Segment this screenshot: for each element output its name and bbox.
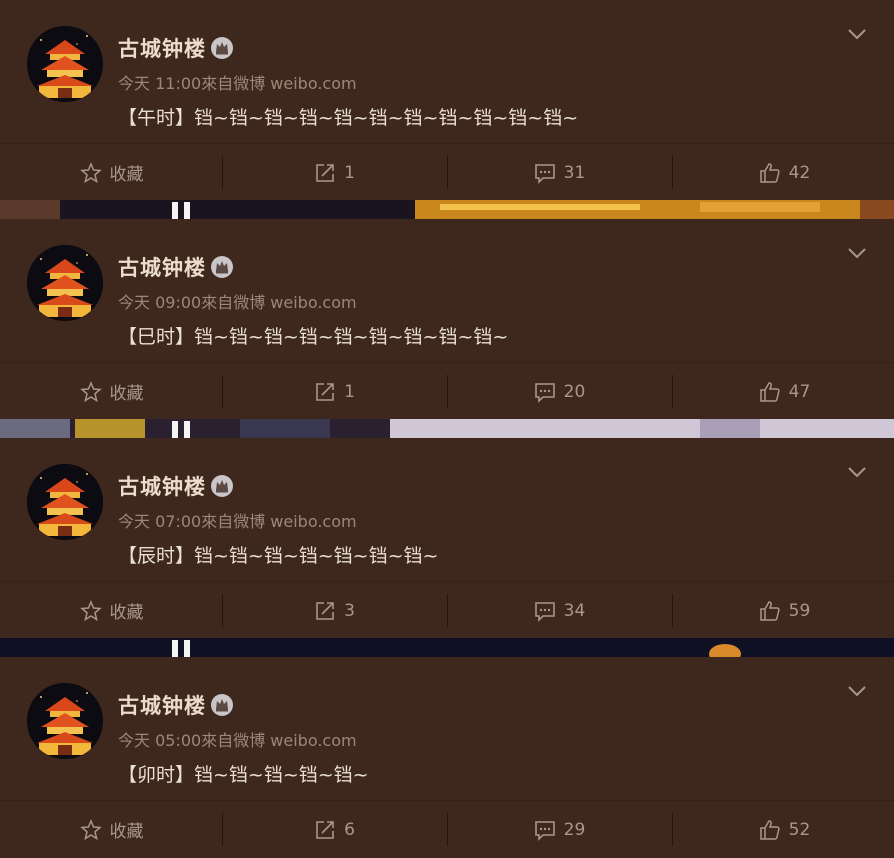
star-icon — [79, 380, 102, 402]
comment-button[interactable]: 34 — [448, 582, 671, 639]
post-time[interactable]: 今天 11:00 — [118, 74, 201, 93]
post-source[interactable]: 來自微博 weibo.com — [201, 293, 356, 312]
weibo-feed: 古城钟楼 今天 11:00來自微博 weibo.com 【午时】铛~铛~铛~铛~… — [0, 0, 894, 857]
post-actions: 收藏 1 20 47 — [0, 362, 894, 420]
bell-tower-avatar-image — [27, 26, 103, 102]
like-button[interactable]: 42 — [673, 144, 894, 201]
post-meta: 今天 05:00來自微博 weibo.com — [118, 727, 357, 751]
author-name[interactable]: 古城钟楼 — [118, 690, 206, 720]
thumbs-up-icon — [759, 600, 780, 621]
weibo-post: 古城钟楼 今天 07:00來自微博 weibo.com 【辰时】铛~铛~铛~铛~… — [0, 438, 894, 638]
post-text: 【辰时】铛~铛~铛~铛~铛~铛~铛~ — [118, 545, 439, 567]
thumbs-up-icon — [759, 819, 780, 840]
post-text: 【午时】铛~铛~铛~铛~铛~铛~铛~铛~铛~铛~铛~ — [118, 107, 579, 129]
author-name[interactable]: 古城钟楼 — [118, 33, 206, 63]
author-avatar[interactable] — [27, 245, 103, 321]
chevron-down-icon[interactable] — [846, 683, 868, 699]
star-icon — [79, 818, 102, 840]
background-image-strip — [0, 638, 894, 657]
comment-button[interactable]: 29 — [448, 801, 671, 858]
post-time[interactable]: 今天 07:00 — [118, 512, 201, 531]
author-avatar[interactable] — [27, 26, 103, 102]
star-icon — [79, 161, 102, 183]
post-actions: 收藏 1 31 42 — [0, 143, 894, 201]
repost-icon — [316, 163, 334, 182]
repost-count: 1 — [344, 162, 355, 183]
repost-button[interactable]: 3 — [223, 582, 446, 639]
bell-tower-avatar-image — [27, 683, 103, 759]
favorite-button[interactable]: 收藏 — [0, 582, 223, 639]
like-count: 47 — [788, 381, 811, 402]
post-source[interactable]: 來自微博 weibo.com — [201, 74, 356, 93]
comment-count: 20 — [563, 381, 586, 402]
like-button[interactable]: 59 — [673, 582, 894, 639]
favorite-label: 收藏 — [109, 603, 144, 623]
weibo-post: 古城钟楼 今天 09:00來自微博 weibo.com 【巳时】铛~铛~铛~铛~… — [0, 219, 894, 419]
chevron-down-icon[interactable] — [846, 245, 868, 261]
repost-icon — [316, 820, 334, 839]
repost-count: 6 — [344, 819, 355, 840]
like-count: 59 — [788, 600, 811, 621]
verified-crown-icon — [211, 694, 233, 716]
verified-crown-icon — [211, 37, 233, 59]
background-image-strip — [0, 419, 894, 438]
post-source[interactable]: 來自微博 weibo.com — [201, 731, 356, 750]
comment-count: 34 — [563, 600, 586, 621]
chevron-down-icon[interactable] — [846, 26, 868, 42]
author-name[interactable]: 古城钟楼 — [118, 252, 206, 282]
background-image-strip — [0, 200, 894, 219]
bell-tower-avatar-image — [27, 245, 103, 321]
author-avatar[interactable] — [27, 464, 103, 540]
post-meta: 今天 11:00來自微博 weibo.com — [118, 70, 357, 94]
verified-crown-icon — [211, 256, 233, 278]
bell-tower-avatar-image — [27, 464, 103, 540]
weibo-post: 古城钟楼 今天 11:00來自微博 weibo.com 【午时】铛~铛~铛~铛~… — [0, 0, 894, 200]
like-button[interactable]: 52 — [673, 801, 894, 858]
favorite-label: 收藏 — [109, 384, 144, 404]
post-time[interactable]: 今天 09:00 — [118, 293, 201, 312]
star-icon — [79, 599, 102, 621]
repost-icon — [316, 601, 334, 620]
favorite-label: 收藏 — [109, 165, 144, 185]
post-text: 【巳时】铛~铛~铛~铛~铛~铛~铛~铛~铛~ — [118, 326, 509, 348]
repost-count: 3 — [344, 600, 355, 621]
verified-crown-icon — [211, 475, 233, 497]
favorite-button[interactable]: 收藏 — [0, 801, 223, 858]
comment-icon — [534, 601, 555, 622]
favorite-button[interactable]: 收藏 — [0, 363, 223, 420]
author-avatar[interactable] — [27, 683, 103, 759]
post-time[interactable]: 今天 05:00 — [118, 731, 201, 750]
repost-button[interactable]: 6 — [223, 801, 446, 858]
favorite-button[interactable]: 收藏 — [0, 144, 223, 201]
comment-button[interactable]: 20 — [448, 363, 671, 420]
comment-button[interactable]: 31 — [448, 144, 671, 201]
post-actions: 收藏 3 34 59 — [0, 581, 894, 639]
post-meta: 今天 07:00來自微博 weibo.com — [118, 508, 357, 532]
post-meta: 今天 09:00來自微博 weibo.com — [118, 289, 357, 313]
comment-icon — [534, 163, 555, 184]
comment-icon — [534, 382, 555, 403]
like-count: 52 — [788, 819, 811, 840]
author-name[interactable]: 古城钟楼 — [118, 471, 206, 501]
repost-icon — [316, 382, 334, 401]
like-button[interactable]: 47 — [673, 363, 894, 420]
comment-icon — [534, 820, 555, 841]
favorite-label: 收藏 — [109, 822, 144, 842]
repost-button[interactable]: 1 — [223, 144, 446, 201]
weibo-post: 古城钟楼 今天 05:00來自微博 weibo.com 【卯时】铛~铛~铛~铛~… — [0, 657, 894, 857]
thumbs-up-icon — [759, 162, 780, 183]
comment-count: 31 — [563, 162, 586, 183]
repost-button[interactable]: 1 — [223, 363, 446, 420]
chevron-down-icon[interactable] — [846, 464, 868, 480]
comment-count: 29 — [563, 819, 586, 840]
thumbs-up-icon — [759, 381, 780, 402]
like-count: 42 — [788, 162, 811, 183]
repost-count: 1 — [344, 381, 355, 402]
post-source[interactable]: 來自微博 weibo.com — [201, 512, 356, 531]
post-actions: 收藏 6 29 52 — [0, 800, 894, 858]
post-text: 【卯时】铛~铛~铛~铛~铛~ — [118, 764, 369, 786]
